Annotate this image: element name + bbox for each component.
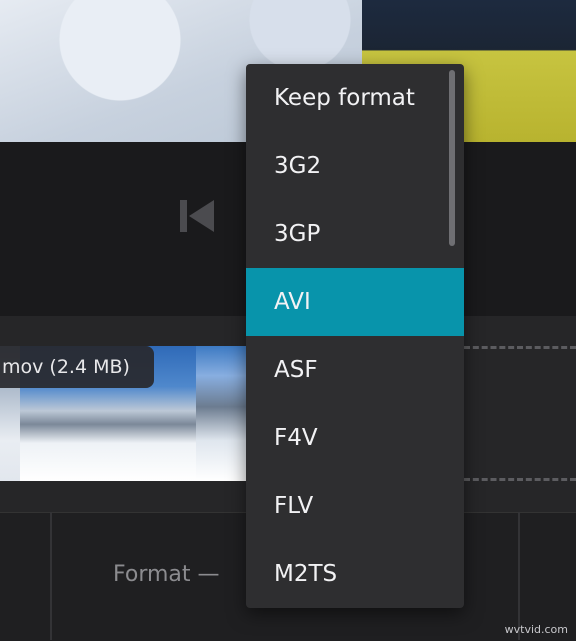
watermark: wvtvid.com bbox=[504, 623, 568, 636]
drop-area-border-bottom bbox=[464, 478, 576, 481]
format-option-keep[interactable]: Keep format bbox=[246, 64, 464, 132]
skip-previous-icon[interactable] bbox=[180, 200, 214, 232]
format-option-flv[interactable]: FLV bbox=[246, 472, 464, 540]
format-option-3gp[interactable]: 3GP bbox=[246, 200, 464, 268]
format-option-m2ts[interactable]: M2TS bbox=[246, 540, 464, 608]
format-label: Format — bbox=[113, 562, 220, 587]
drop-area-border-top bbox=[464, 346, 576, 349]
file-name-label: mov (2.4 MB) bbox=[0, 346, 154, 388]
format-option-3g2[interactable]: 3G2 bbox=[246, 132, 464, 200]
format-dropdown[interactable]: Keep format 3G2 3GP AVI ASF F4V FLV M2TS bbox=[246, 64, 464, 608]
settings-divider bbox=[518, 512, 520, 640]
format-option-avi[interactable]: AVI bbox=[246, 268, 464, 336]
format-option-f4v[interactable]: F4V bbox=[246, 404, 464, 472]
thumbnail-frame bbox=[196, 346, 247, 481]
format-option-asf[interactable]: ASF bbox=[246, 336, 464, 404]
settings-divider bbox=[50, 512, 52, 640]
dropdown-scrollbar[interactable] bbox=[449, 70, 455, 246]
